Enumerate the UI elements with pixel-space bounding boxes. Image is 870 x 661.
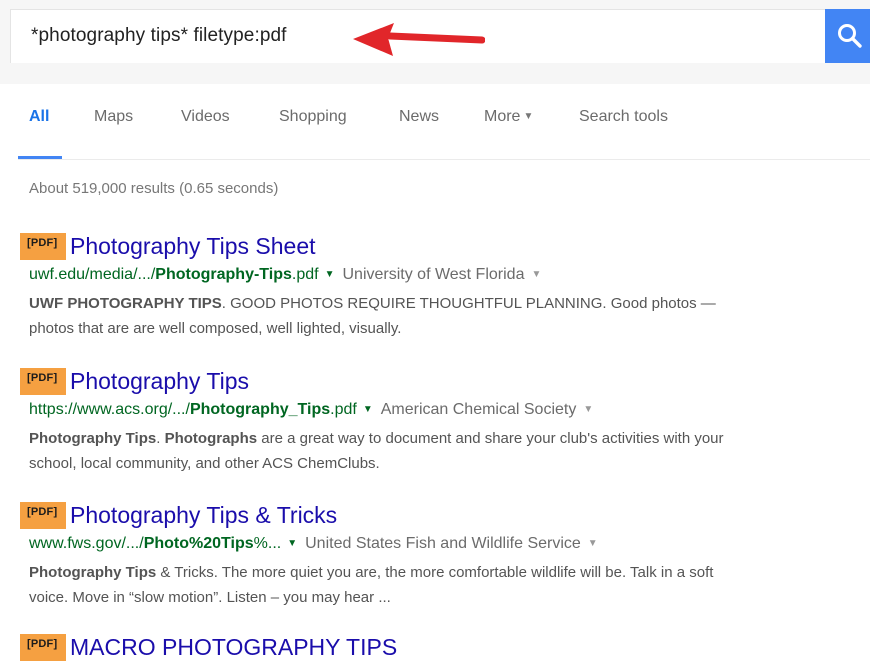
result-snippet: UWF PHOTOGRAPHY TIPS. GOOD PHOTOS REQUIR… [29,291,749,341]
tab-news[interactable]: News [399,108,439,126]
snippet-bold: Photography Tips [29,564,157,581]
source-dropdown-icon[interactable]: ▼ [588,538,598,549]
search-button[interactable] [825,9,870,63]
result-source: United States Fish and Wildlife Service [305,535,581,552]
snippet-bold-2: Photographs [164,430,258,447]
url-dropdown-icon[interactable]: ▼ [325,269,335,280]
pdf-badge: [PDF] [20,634,66,661]
url-suffix: .pdf [291,266,319,283]
result-title-link[interactable]: MACRO PHOTOGRAPHY TIPS [70,634,397,661]
tab-search-tools[interactable]: Search tools [579,108,668,126]
result-url: https://www.acs.org/.../Photography_Tips… [29,401,593,419]
url-prefix: https://www.acs.org/.../ [29,401,190,418]
url-suffix: .pdf [330,401,357,418]
result-source: University of West Florida [342,266,525,283]
tab-maps[interactable]: Maps [94,108,133,126]
snippet-mid: . [156,430,165,447]
result-url: www.fws.gov/.../Photo%20Tips%... ▼ United … [29,535,598,553]
result-source: American Chemical Society [380,401,577,418]
result-snippet: Photography Tips & Tricks. The more quie… [29,560,749,610]
url-prefix: www.fws.gov/.../ [29,535,144,552]
url-bold: Photo%20Tips [143,535,254,552]
url-dropdown-icon[interactable]: ▼ [287,538,297,549]
tab-more-label: More [484,108,521,125]
tab-all[interactable]: All [29,108,49,126]
source-dropdown-icon[interactable]: ▼ [531,269,541,280]
search-query-text: *photography tips* filetype:pdf [31,25,287,46]
pdf-badge: [PDF] [20,233,66,260]
url-bold: Photography-Tips [155,266,292,283]
snippet-bold: Photography Tips [29,430,157,447]
result-title-link[interactable]: Photography Tips [70,368,249,395]
result-title-link[interactable]: Photography Tips Sheet [70,233,316,260]
url-bold: Photography_Tips [189,401,331,418]
pdf-badge: [PDF] [20,502,66,529]
result-snippet: Photography Tips. Photographs are a grea… [29,426,749,476]
annotation-arrow-icon [353,23,485,56]
tab-more[interactable]: More ▼ [484,108,533,126]
result-url: uwf.edu/media/.../Photography-Tips.pdf ▼ U… [29,266,541,284]
tab-shopping[interactable]: Shopping [279,108,347,126]
result-stats: About 519,000 results (0.65 seconds) [29,180,279,197]
snippet-bold: UWF PHOTOGRAPHY TIPS [29,295,222,312]
tabs-divider [18,159,870,160]
search-tabs: All Maps Videos Shopping News More ▼ Sear… [18,108,870,160]
search-icon [838,24,862,48]
result-title-link[interactable]: Photography Tips & Tricks [70,502,337,529]
tab-videos[interactable]: Videos [181,108,230,126]
url-prefix: uwf.edu/media/.../ [29,266,156,283]
url-dropdown-icon[interactable]: ▼ [363,404,373,415]
source-dropdown-icon[interactable]: ▼ [583,404,593,415]
url-suffix: %... [253,535,282,552]
caret-down-icon: ▼ [523,111,534,122]
pdf-badge: [PDF] [20,368,66,395]
